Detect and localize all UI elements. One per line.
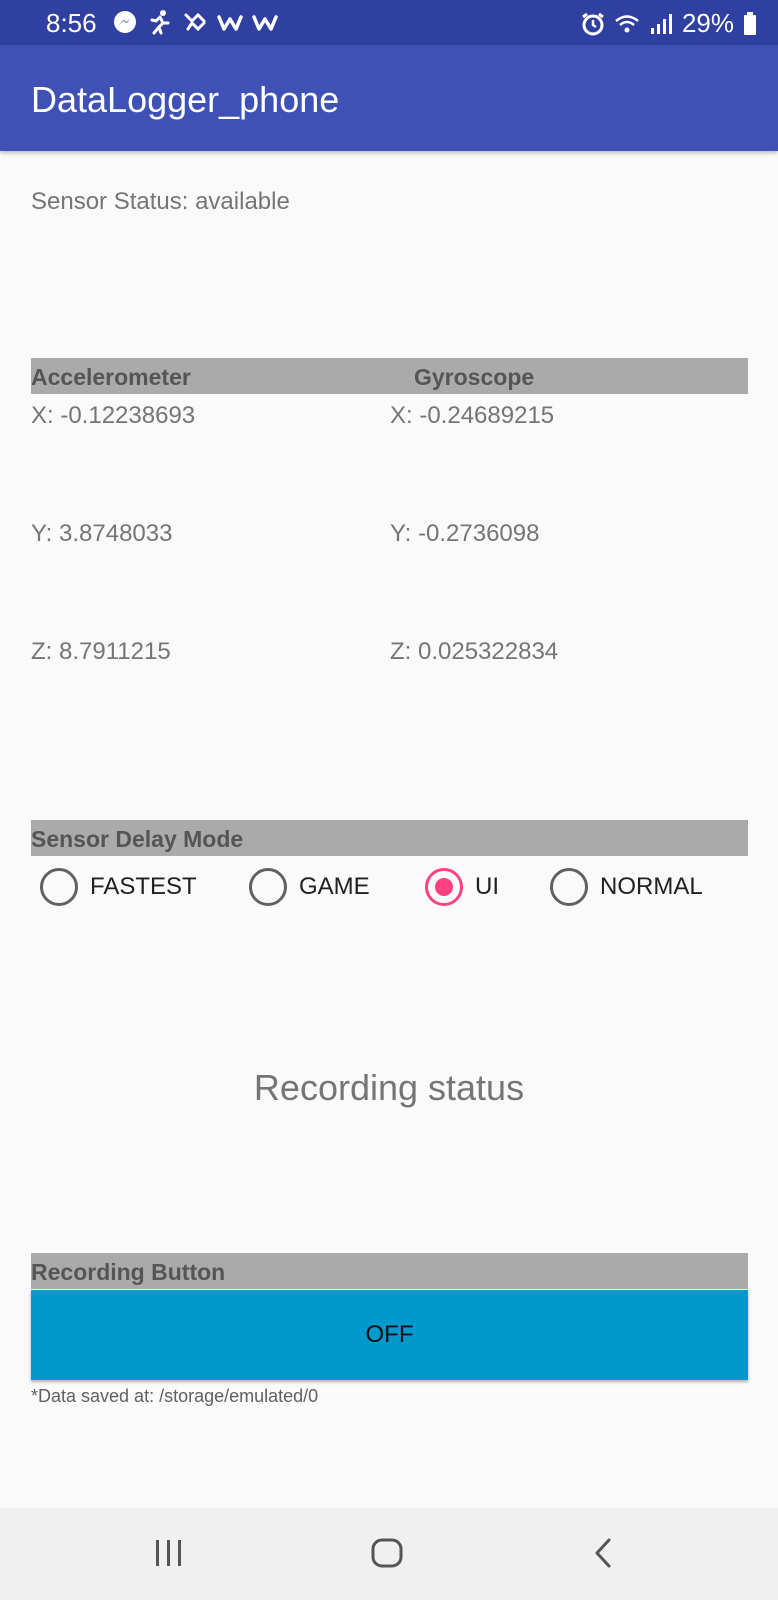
back-icon[interactable]	[593, 1538, 615, 1568]
status-bar: 8:56 29%	[0, 0, 778, 45]
radio-label: NORMAL	[600, 873, 703, 900]
running-icon	[150, 10, 170, 35]
radio-ui[interactable]: UI	[425, 868, 499, 906]
radio-game[interactable]: GAME	[249, 868, 370, 906]
gyroscope-label: Gyroscope	[414, 364, 535, 390]
radio-circle-checked	[425, 868, 463, 906]
radio-circle	[550, 868, 588, 906]
radio-normal[interactable]: NORMAL	[550, 868, 703, 906]
radio-circle	[249, 868, 287, 906]
sensor-header-bar: Accelerometer Gyroscope	[31, 358, 748, 394]
system-icons: 29%	[580, 8, 758, 39]
recording-status-text: Recording status	[253, 1067, 525, 1108]
status-time: 8:56	[46, 8, 97, 38]
recording-button-header-bar: Recording Button	[31, 1253, 748, 1289]
battery-icon	[744, 11, 756, 35]
accel-y-value: Y: 3.8748033	[31, 520, 173, 547]
w-icon	[217, 15, 243, 31]
sensor-status-text: Sensor Status: available	[31, 188, 290, 215]
recent-apps-icon[interactable]	[152, 1538, 186, 1568]
w-icon	[252, 15, 278, 31]
navigation-bar	[0, 1508, 778, 1600]
messenger-icon	[114, 11, 136, 33]
accel-z-value: Z: 8.7911215	[31, 638, 171, 665]
accelerometer-label: Accelerometer	[31, 364, 191, 390]
notification-icons	[112, 9, 278, 35]
battery-percent: 29%	[681, 8, 734, 38]
data-saved-note: *Data saved at: /storage/emulated/0	[31, 1386, 319, 1406]
recording-button-text: OFF	[365, 1321, 414, 1348]
recording-toggle-button[interactable]: OFF	[31, 1290, 748, 1380]
delay-mode-label: Sensor Delay Mode	[31, 826, 244, 852]
radio-label: UI	[475, 873, 499, 900]
wifi-icon	[615, 14, 639, 32]
radio-label: GAME	[299, 873, 370, 900]
radio-label: FASTEST	[90, 873, 197, 900]
signal-icon	[650, 13, 672, 34]
gyro-x-value: X: -0.24689215	[390, 402, 555, 429]
gyro-z-value: Z: 0.025322834	[390, 638, 559, 665]
recording-button-label: Recording Button	[31, 1259, 226, 1285]
gyro-y-value: Y: -0.2736098	[390, 520, 540, 547]
alarm-icon	[582, 12, 604, 35]
delay-mode-header-bar: Sensor Delay Mode	[31, 820, 748, 856]
activity-icon	[184, 12, 206, 32]
app-title: DataLogger_phone	[31, 79, 340, 120]
accel-x-value: X: -0.12238693	[31, 402, 196, 429]
delay-mode-radio-group: FASTEST GAME UI NORMAL	[40, 868, 748, 912]
radio-circle	[40, 868, 78, 906]
home-icon[interactable]	[370, 1538, 404, 1568]
app-bar: DataLogger_phone	[0, 45, 778, 151]
radio-fastest[interactable]: FASTEST	[40, 868, 197, 906]
